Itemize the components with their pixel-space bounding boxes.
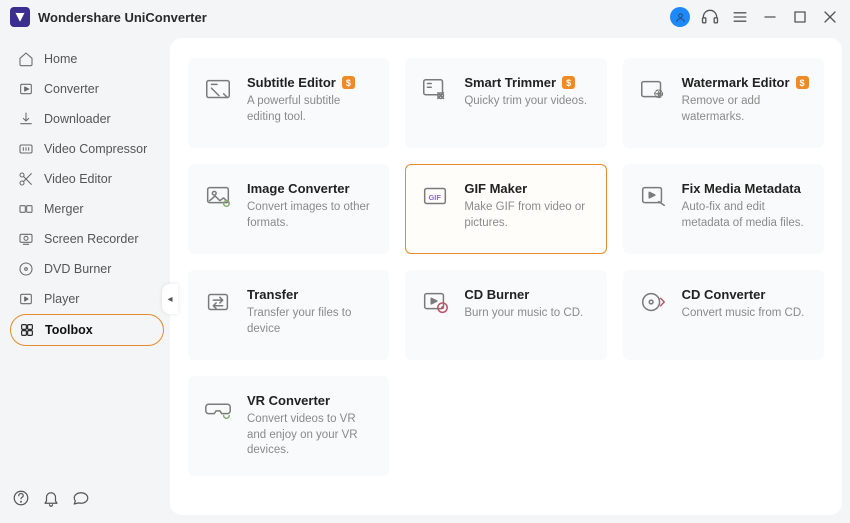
- sidebar-item-label: Converter: [44, 82, 99, 96]
- sidebar-item-label: Merger: [44, 202, 84, 216]
- maximize-button[interactable]: [790, 7, 810, 27]
- sidebar-item-toolbox[interactable]: Toolbox: [10, 314, 164, 346]
- close-button[interactable]: [820, 7, 840, 27]
- tool-cd-burner[interactable]: CD Burner Burn your music to CD.: [405, 270, 606, 360]
- transfer-icon: [203, 287, 233, 317]
- card-title: CD Converter: [682, 287, 766, 302]
- paid-badge: $: [562, 76, 575, 89]
- sidebar-item-label: Video Editor: [44, 172, 112, 186]
- card-desc: Make GIF from video or pictures.: [464, 200, 591, 231]
- card-title: Subtitle Editor: [247, 75, 336, 90]
- paid-badge: $: [796, 76, 809, 89]
- play-icon: [18, 291, 34, 307]
- sidebar-item-video-editor[interactable]: Video Editor: [10, 164, 164, 194]
- vr-icon: [203, 393, 233, 423]
- tool-vr-converter[interactable]: VR Converter Convert videos to VR and en…: [188, 376, 389, 476]
- sidebar-item-dvd-burner[interactable]: DVD Burner: [10, 254, 164, 284]
- card-desc: Auto-fix and edit metadata of media file…: [682, 200, 809, 231]
- card-title: Image Converter: [247, 181, 350, 196]
- sidebar-item-label: DVD Burner: [44, 262, 111, 276]
- trimmer-icon: [420, 75, 450, 105]
- tool-watermark-editor[interactable]: Watermark Editor $ Remove or add waterma…: [623, 58, 824, 148]
- gif-icon: GIF: [420, 181, 450, 211]
- sidebar-item-label: Player: [44, 292, 79, 306]
- minimize-button[interactable]: [760, 7, 780, 27]
- card-title: Fix Media Metadata: [682, 181, 801, 196]
- card-desc: Burn your music to CD.: [464, 306, 591, 322]
- sidebar-item-video-compressor[interactable]: Video Compressor: [10, 134, 164, 164]
- converter-icon: [18, 81, 34, 97]
- account-button[interactable]: [670, 7, 690, 27]
- card-title: Smart Trimmer: [464, 75, 556, 90]
- app-logo-icon: [10, 7, 30, 27]
- notifications-button[interactable]: [42, 489, 60, 507]
- sidebar-item-label: Screen Recorder: [44, 232, 139, 246]
- card-title: Transfer: [247, 287, 298, 302]
- card-desc: Convert music from CD.: [682, 306, 809, 322]
- tool-cd-converter[interactable]: CD Converter Convert music from CD.: [623, 270, 824, 360]
- feedback-button[interactable]: [72, 489, 90, 507]
- card-title: CD Burner: [464, 287, 529, 302]
- tool-subtitle-editor[interactable]: Subtitle Editor $ A powerful subtitle ed…: [188, 58, 389, 148]
- paid-badge: $: [342, 76, 355, 89]
- card-desc: Remove or add watermarks.: [682, 94, 809, 125]
- sidebar-item-screen-recorder[interactable]: Screen Recorder: [10, 224, 164, 254]
- sidebar-item-home[interactable]: Home: [10, 44, 164, 74]
- tool-gif-maker[interactable]: GIF GIF Maker Make GIF from video or pic…: [405, 164, 606, 254]
- card-title: Watermark Editor: [682, 75, 790, 90]
- watermark-icon: [638, 75, 668, 105]
- home-icon: [18, 51, 34, 67]
- card-desc: Convert images to other formats.: [247, 200, 374, 231]
- sidebar-item-merger[interactable]: Merger: [10, 194, 164, 224]
- image-icon: [203, 181, 233, 211]
- titlebar: Wondershare UniConverter: [0, 0, 850, 34]
- tool-smart-trimmer[interactable]: Smart Trimmer $ Quicky trim your videos.: [405, 58, 606, 148]
- sidebar-item-converter[interactable]: Converter: [10, 74, 164, 104]
- sidebar-item-label: Toolbox: [45, 323, 93, 337]
- app-title: Wondershare UniConverter: [38, 10, 207, 25]
- toolbox-icon: [19, 322, 35, 338]
- sidebar-item-label: Home: [44, 52, 77, 66]
- menu-button[interactable]: [730, 7, 750, 27]
- sidebar-item-downloader[interactable]: Downloader: [10, 104, 164, 134]
- sidebar-item-player[interactable]: Player: [10, 284, 164, 314]
- cd-burner-icon: [420, 287, 450, 317]
- download-icon: [18, 111, 34, 127]
- card-desc: A powerful subtitle editing tool.: [247, 94, 374, 125]
- sidebar-item-label: Downloader: [44, 112, 111, 126]
- subtitle-icon: [203, 75, 233, 105]
- compress-icon: [18, 141, 34, 157]
- merger-icon: [18, 201, 34, 217]
- help-button[interactable]: [12, 489, 30, 507]
- record-icon: [18, 231, 34, 247]
- main-panel: Subtitle Editor $ A powerful subtitle ed…: [170, 38, 842, 515]
- tool-grid: Subtitle Editor $ A powerful subtitle ed…: [188, 58, 824, 476]
- headset-icon[interactable]: [700, 7, 720, 27]
- card-desc: Convert videos to VR and enjoy on your V…: [247, 412, 374, 459]
- card-title: GIF Maker: [464, 181, 527, 196]
- tool-transfer[interactable]: Transfer Transfer your files to device: [188, 270, 389, 360]
- card-title: VR Converter: [247, 393, 330, 408]
- scissors-icon: [18, 171, 34, 187]
- sidebar-collapse-button[interactable]: ◂: [162, 284, 178, 314]
- card-desc: Quicky trim your videos.: [464, 94, 591, 110]
- sidebar: Home Converter Downloader Video Compress…: [0, 34, 170, 523]
- cd-converter-icon: [638, 287, 668, 317]
- svg-text:GIF: GIF: [429, 193, 442, 202]
- disc-icon: [18, 261, 34, 277]
- card-desc: Transfer your files to device: [247, 306, 374, 337]
- metadata-icon: [638, 181, 668, 211]
- tool-fix-media-metadata[interactable]: Fix Media Metadata Auto-fix and edit met…: [623, 164, 824, 254]
- sidebar-item-label: Video Compressor: [44, 142, 147, 156]
- tool-image-converter[interactable]: Image Converter Convert images to other …: [188, 164, 389, 254]
